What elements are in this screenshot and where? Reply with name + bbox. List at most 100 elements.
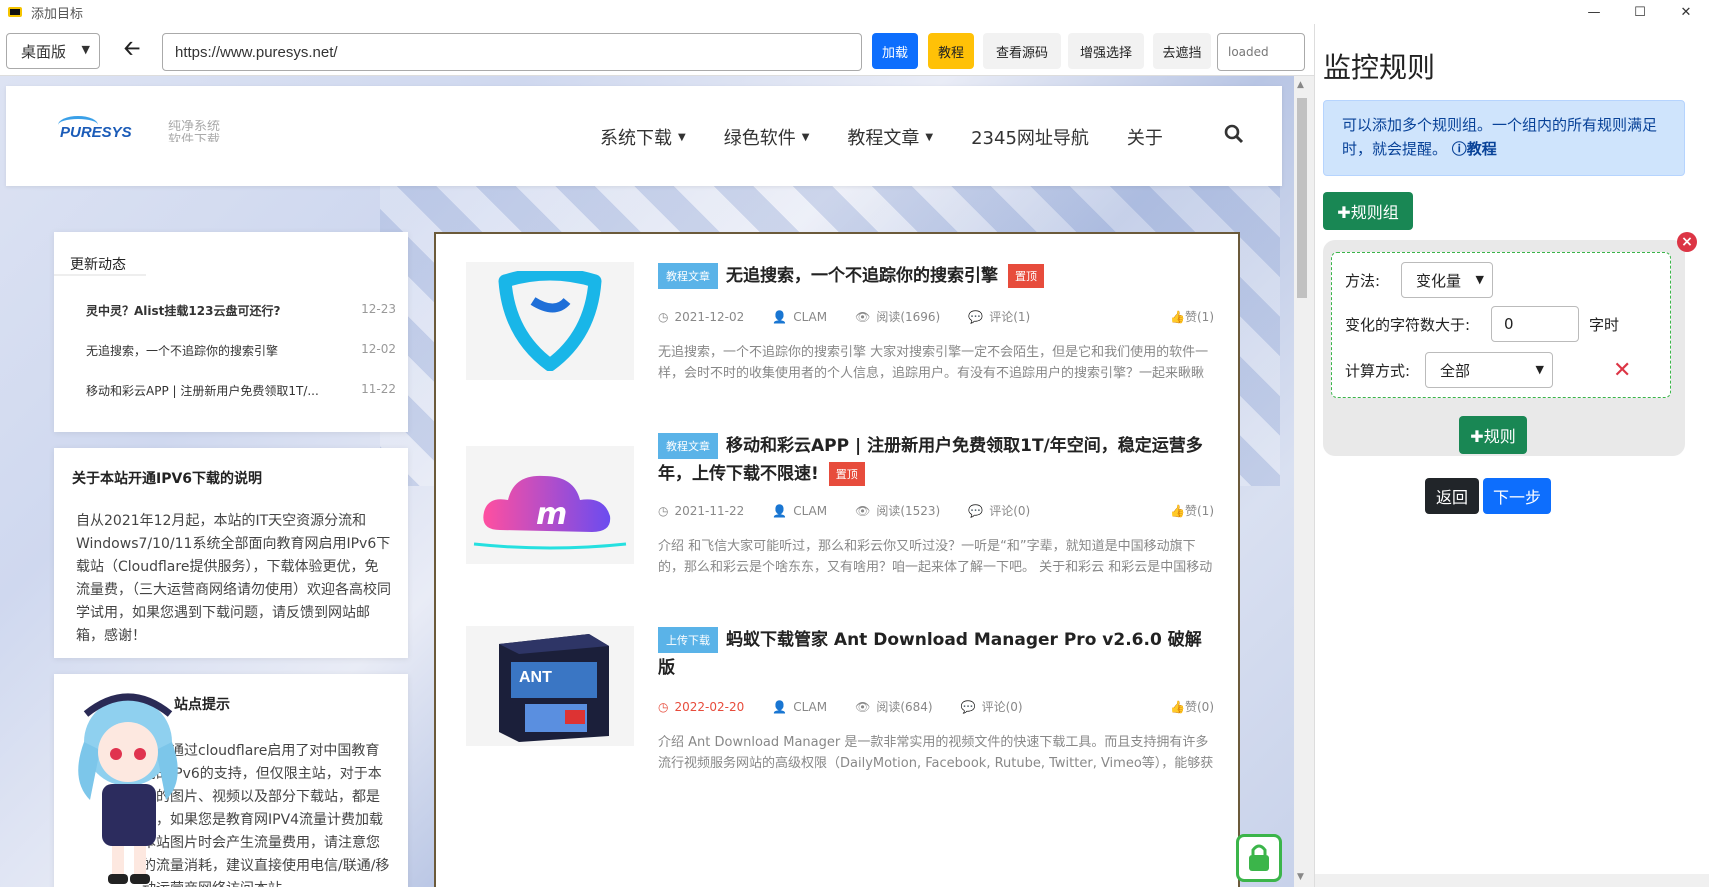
browser-toolbar: 桌面版 ▼ 🡠 加载 教程 查看源码 增强选择 去遮挡 loaded xyxy=(0,24,1314,76)
method-value: 变化量 xyxy=(1416,271,1462,290)
scroll-thumb[interactable] xyxy=(1297,98,1307,298)
caret-down-icon: ▼ xyxy=(678,131,686,143)
likes-text: 赞(1) xyxy=(1185,504,1214,518)
post-meta: ◷ 2022-02-20 👤 CLAM 👁 阅读(684) 💬 评论(0) 👍赞(0) xyxy=(658,698,1214,715)
list-item[interactable]: 无追搜索，一个不追踪你的搜索引擎 12-02 xyxy=(86,342,396,359)
post-comments[interactable]: 💬 评论(0) xyxy=(961,698,1023,715)
post-item[interactable]: m 教程文章 移动和彩云APP | 注册新用户免费领取1T/年空间，稳定运营多年，… xyxy=(466,432,1214,592)
back-button[interactable]: 返回 xyxy=(1425,478,1479,514)
update-title: 无追搜索，一个不追踪你的搜索引擎 xyxy=(86,344,279,358)
lock-icon xyxy=(1249,844,1269,871)
ipv6-card: 关于本站开通IPV6下载的说明 自从2021年12月起，本站的IT天空资源分流和… xyxy=(54,448,408,658)
author-text: CLAM xyxy=(793,503,828,518)
chevron-down-icon: ▼ xyxy=(81,43,90,56)
remove-group-icon[interactable]: × xyxy=(1677,232,1697,252)
scroll-up-icon[interactable]: ▲ xyxy=(1297,80,1304,90)
post-author[interactable]: 👤 CLAM xyxy=(772,700,827,714)
author-text: CLAM xyxy=(793,699,828,714)
author-text: CLAM xyxy=(793,309,828,324)
window-title: 添加目标 xyxy=(31,6,84,22)
post-thumbnail[interactable] xyxy=(466,262,634,380)
post-comments[interactable]: 💬 评论(0) xyxy=(968,502,1030,519)
like-button[interactable]: 👍赞(1) xyxy=(1170,308,1214,325)
nav-item-system[interactable]: 系统下载 ▼ xyxy=(600,124,686,150)
post-title[interactable]: 无追搜索，一个不追踪你的搜索引擎 xyxy=(726,266,998,286)
post-meta: ◷ 2021-11-22 👤 CLAM 👁 阅读(1523) 💬 评论(0) 👍赞(1) xyxy=(658,502,1214,519)
post-author[interactable]: 👤 CLAM xyxy=(772,310,827,324)
post-item[interactable]: ANT 上传下载 蚂蚁下载管家 Ant Download Manager Pro … xyxy=(466,626,1214,786)
site-logo[interactable]: PURESYS xyxy=(60,124,132,141)
post-date: ◷ 2021-11-22 xyxy=(658,504,744,518)
nav-item-2345[interactable]: 2345网址导航 xyxy=(971,124,1089,150)
nav-item-tutorials[interactable]: 教程文章 ▼ xyxy=(847,124,933,150)
post-thumbnail[interactable]: ANT xyxy=(466,626,634,746)
webview-scrollbar[interactable]: ▲ ▼ xyxy=(1294,76,1310,887)
post-tag[interactable]: 教程文章 xyxy=(658,433,718,459)
char-count-input[interactable]: 0 xyxy=(1491,306,1579,342)
delete-rule-icon[interactable]: ✕ xyxy=(1613,358,1631,383)
web-view[interactable]: PURESYS 纯净系统 软件下载 系统下载 ▼ 绿色软件 ▼ 教程文章 ▼ 2345… xyxy=(0,76,1294,887)
tutorial-link[interactable]: ⓘ教程 xyxy=(1452,140,1497,158)
search-icon[interactable] xyxy=(1224,124,1244,144)
add-rule-button[interactable]: ✚规则 xyxy=(1459,416,1527,454)
panel-scrollbar[interactable] xyxy=(1315,874,1709,887)
post-comments[interactable]: 💬 评论(1) xyxy=(968,308,1030,325)
list-item[interactable]: 移动和彩云APP | 注册新用户免费领取1T/... 11-22 xyxy=(86,382,396,399)
post-meta: ◷ 2021-12-02 👤 CLAM 👁 阅读(1696) 💬 评论(1) 👍赞(1) xyxy=(658,308,1214,325)
update-title: 灵中灵？Alist挂载123云盘可还行? xyxy=(86,304,281,318)
like-button[interactable]: 👍赞(0) xyxy=(1170,698,1214,715)
monitor-rules-panel: 监控规则 可以添加多个规则组。一个组内的所有规则满足时，就会提醒。 ⓘ教程 ✚规… xyxy=(1314,24,1709,887)
close-window-button[interactable]: ✕ xyxy=(1663,0,1709,24)
method-select[interactable]: 变化量 ▼ xyxy=(1401,262,1493,298)
post-head: 教程文章 移动和彩云APP | 注册新用户免费领取1T/年空间，稳定运营多年，上传… xyxy=(658,432,1214,488)
nav-item-about[interactable]: 关于 xyxy=(1127,124,1163,150)
scroll-down-icon[interactable]: ▼ xyxy=(1297,872,1304,882)
tutorial-button[interactable]: 教程 xyxy=(928,33,974,69)
thumbs-up-icon: 👍 xyxy=(1170,504,1185,518)
list-item[interactable]: 灵中灵？Alist挂载123云盘可还行? 12-23 xyxy=(86,302,396,319)
pinned-badge: 置顶 xyxy=(828,462,865,486)
add-rule-group-button[interactable]: ✚规则组 xyxy=(1323,192,1413,230)
remove-overlay-button[interactable]: 去遮挡 xyxy=(1153,33,1211,69)
ipv6-body: 自从2021年12月起，本站的IT天空资源分流和Windows7/10/11系统… xyxy=(76,513,391,644)
mode-select[interactable]: 桌面版 ▼ xyxy=(6,33,100,69)
view-source-button[interactable]: 查看源码 xyxy=(983,33,1061,69)
user-icon: 👤 xyxy=(772,309,788,324)
maximize-button[interactable]: ☐ xyxy=(1617,0,1663,24)
date-text: 2022-02-20 xyxy=(674,699,745,714)
post-title[interactable]: 移动和彩云APP | 注册新用户免费领取1T/年空间，稳定运营多年，上传下载不限… xyxy=(658,436,1203,484)
clock-icon: ◷ xyxy=(658,309,669,324)
arrow-left-icon: 🡠 xyxy=(123,36,141,60)
load-button[interactable]: 加载 xyxy=(872,33,918,69)
views-text: 阅读(684) xyxy=(876,700,933,714)
mascot-image[interactable] xyxy=(60,680,200,887)
next-button[interactable]: 下一步 xyxy=(1483,478,1551,514)
highlighted-content-area[interactable]: 教程文章 无追搜索，一个不追踪你的搜索引擎 置顶 ◷ 2021-12-02 👤 CLAM… xyxy=(434,232,1240,887)
post-tag[interactable]: 上传下载 xyxy=(658,627,718,653)
post-title[interactable]: 蚂蚁下载管家 Ant Download Manager Pro v2.6.0 破… xyxy=(658,630,1202,678)
post-tag[interactable]: 教程文章 xyxy=(658,263,718,289)
thumbs-up-icon: 👍 xyxy=(1170,700,1185,714)
calc-mode-select[interactable]: 全部 ▼ xyxy=(1425,352,1553,388)
status-field[interactable]: loaded xyxy=(1217,33,1305,71)
svg-text:ANT: ANT xyxy=(519,669,552,686)
eye-icon: 👁 xyxy=(855,309,871,324)
eye-icon: 👁 xyxy=(855,699,871,714)
post-item[interactable]: 教程文章 无追搜索，一个不追踪你的搜索引擎 置顶 ◷ 2021-12-02 👤 CLAM… xyxy=(466,262,1214,412)
url-input[interactable] xyxy=(162,33,862,71)
post-thumbnail[interactable]: m xyxy=(466,446,634,564)
security-badge-icon[interactable] xyxy=(1236,834,1282,882)
enhanced-select-button[interactable]: 增强选择 xyxy=(1068,33,1144,69)
thumbs-up-icon: 👍 xyxy=(1170,310,1185,324)
chevron-down-icon: ▼ xyxy=(1535,363,1544,376)
post-author[interactable]: 👤 CLAM xyxy=(772,504,827,518)
like-button[interactable]: 👍赞(1) xyxy=(1170,502,1214,519)
comments-text: 评论(1) xyxy=(989,310,1031,324)
site-slogan: 纯净系统 软件下载 xyxy=(168,120,221,142)
back-button[interactable]: 🡠 xyxy=(112,33,152,69)
comments-text: 评论(0) xyxy=(989,504,1031,518)
minimize-button[interactable]: — xyxy=(1571,0,1617,24)
date-text: 2021-11-22 xyxy=(674,503,745,518)
nav-item-software[interactable]: 绿色软件 ▼ xyxy=(724,124,810,150)
eye-icon: 👁 xyxy=(855,503,871,518)
